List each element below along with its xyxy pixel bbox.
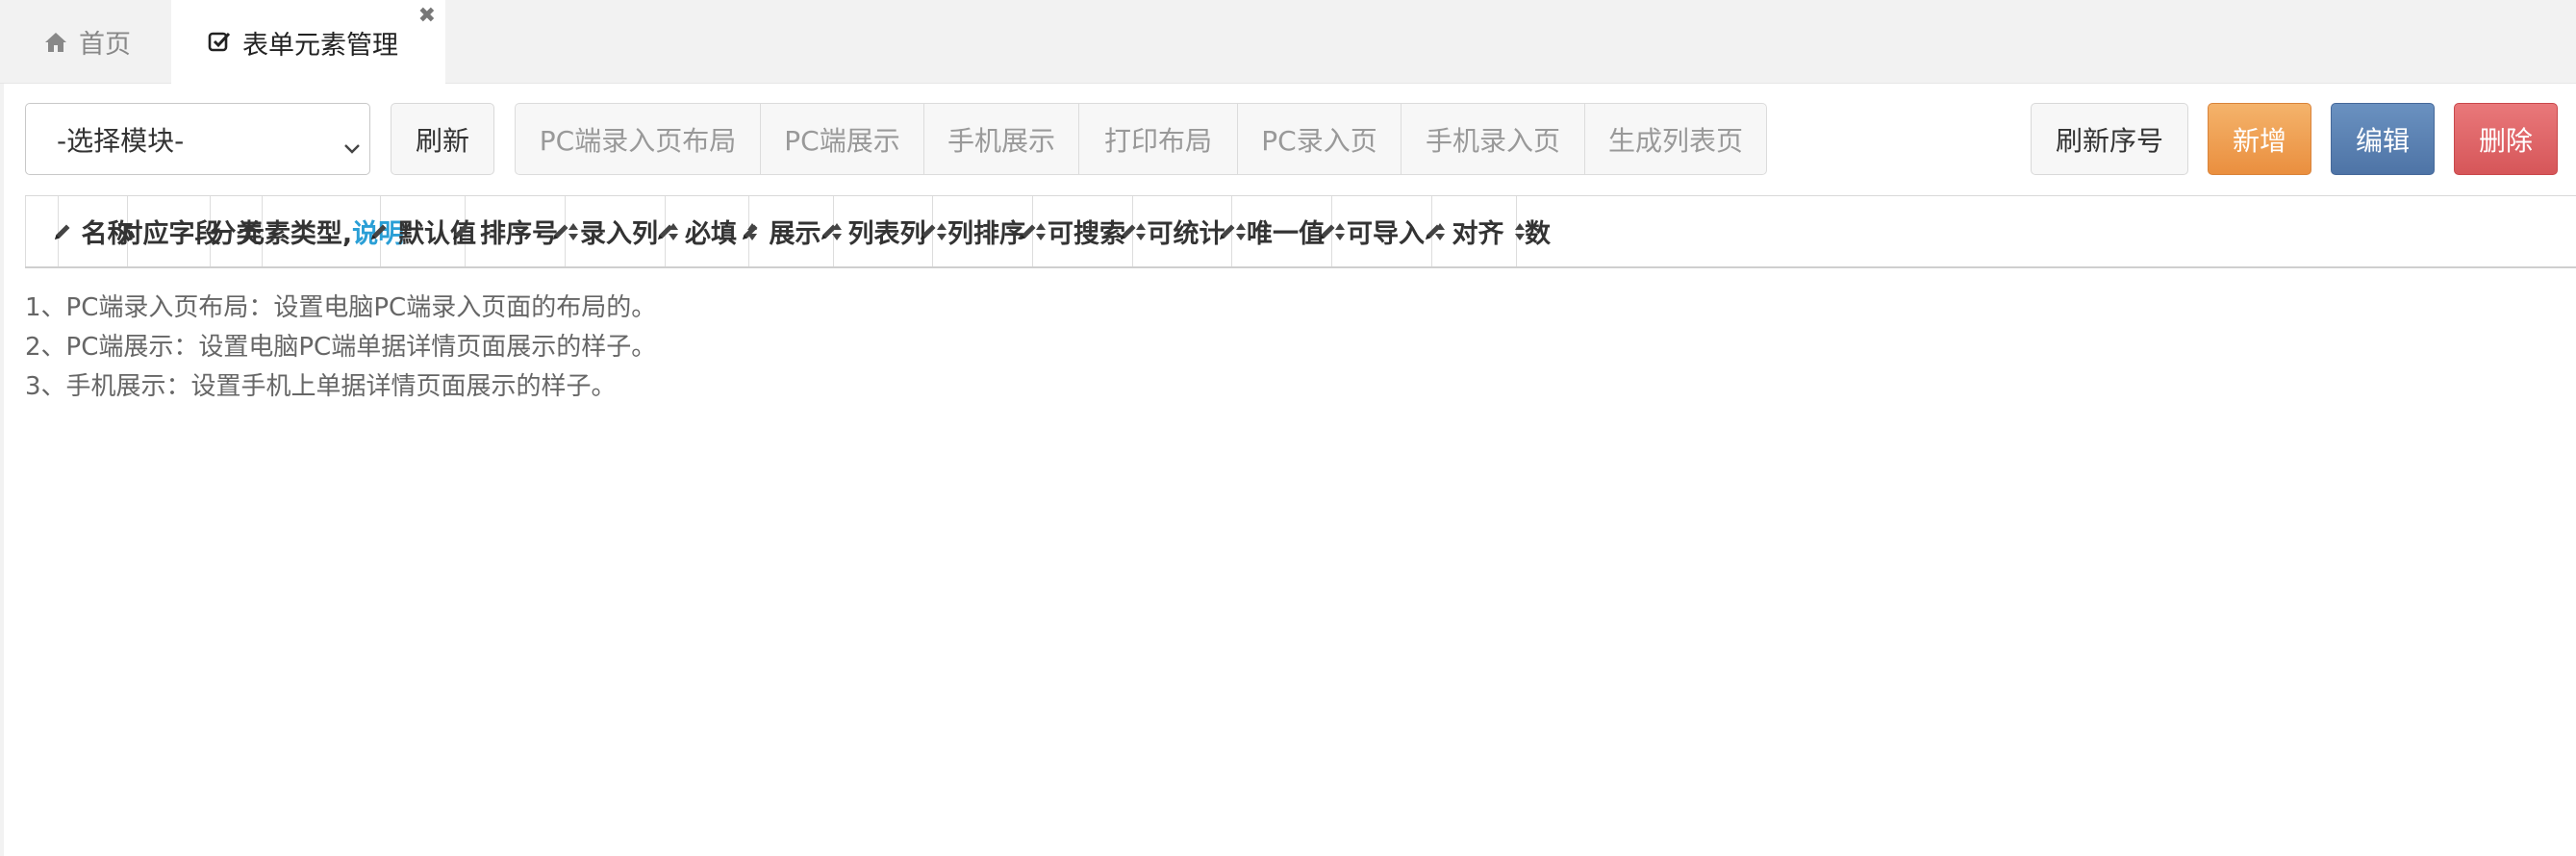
pencil-icon bbox=[53, 222, 72, 241]
column-header-label: 数 bbox=[1525, 219, 1551, 249]
note-line: 2、PC端展示：设置电脑PC端单据详情页面展示的样子。 bbox=[25, 333, 657, 362]
pencil-icon bbox=[369, 222, 389, 241]
column-header-label: 必填 bbox=[685, 219, 737, 249]
column-header-label: 录入列 bbox=[580, 219, 658, 249]
pencil-icon bbox=[1019, 222, 1038, 241]
generate-list-page-button[interactable]: 生成列表页 bbox=[1585, 104, 1766, 174]
pc-entry-page-button[interactable]: PC录入页 bbox=[1238, 104, 1402, 174]
mobile-display-button[interactable]: 手机展示 bbox=[924, 104, 1079, 174]
column-header-label: 排序号 bbox=[480, 219, 558, 249]
tab-home-label: 首页 bbox=[79, 30, 131, 60]
close-icon[interactable]: ✖ bbox=[418, 6, 436, 27]
pencil-icon bbox=[1218, 222, 1237, 241]
add-button[interactable]: 新增 bbox=[2208, 103, 2311, 175]
column-header-label: 可统计 bbox=[1147, 219, 1225, 249]
tab-form-element-manage[interactable]: 表单元素管理 ✖ bbox=[171, 0, 445, 85]
pencil-icon bbox=[1424, 222, 1443, 241]
note-line: 1、PC端录入页布局：设置电脑PC端录入页面的布局的。 bbox=[25, 293, 657, 322]
pencil-icon bbox=[656, 222, 675, 241]
column-header[interactable]: 录入列 bbox=[553, 196, 678, 266]
table-header: 名称对应字段分类元素类型,说明默认值排序号录入列必填展示列表列列排序可搜索可统计… bbox=[25, 195, 2576, 268]
tab-active-label: 表单元素管理 bbox=[242, 30, 398, 61]
layout-button-group: PC端录入页布局 PC端展示 手机展示 打印布局 PC录入页 手机录入页 生成列… bbox=[515, 103, 1767, 175]
column-header-label: 可导入 bbox=[1347, 219, 1425, 249]
module-select[interactable]: -选择模块- bbox=[25, 103, 370, 175]
tab-strip: 首页 表单元素管理 ✖ bbox=[0, 0, 2576, 85]
column-header-label: 元素类型, bbox=[238, 219, 353, 249]
checkbox-icon bbox=[208, 31, 231, 54]
refresh-button[interactable]: 刷新 bbox=[391, 103, 494, 175]
edit-button[interactable]: 编辑 bbox=[2331, 103, 2435, 175]
column-header-label: 列排序 bbox=[947, 219, 1025, 249]
print-layout-button[interactable]: 打印布局 bbox=[1079, 104, 1238, 174]
pencil-icon bbox=[451, 222, 470, 241]
column-header-label: 展示 bbox=[769, 219, 821, 249]
pc-display-button[interactable]: PC端展示 bbox=[761, 104, 924, 174]
column-header-label: 对应字段 bbox=[116, 219, 221, 249]
pencil-icon bbox=[1318, 222, 1337, 241]
pc-entry-layout-button[interactable]: PC端录入页布局 bbox=[516, 104, 761, 174]
pencil-icon bbox=[551, 222, 570, 241]
column-header: 数 bbox=[1517, 196, 1575, 266]
pencil-icon bbox=[1119, 222, 1138, 241]
column-header[interactable]: 可导入 bbox=[1320, 196, 1445, 266]
note-line: 3、手机展示：设置手机上单据详情页面展示的样子。 bbox=[25, 372, 617, 401]
column-header[interactable]: 对齐 bbox=[1425, 196, 1525, 266]
delete-button[interactable]: 删除 bbox=[2454, 103, 2558, 175]
chevron-down-icon bbox=[342, 131, 362, 163]
column-header-label: 列表列 bbox=[847, 219, 926, 249]
left-edge bbox=[0, 84, 4, 856]
home-icon bbox=[44, 32, 67, 53]
help-notes: 1、PC端录入页布局：设置电脑PC端录入页面的布局的。 2、PC端展示：设置电脑… bbox=[25, 289, 656, 407]
pencil-icon bbox=[820, 222, 839, 241]
column-header[interactable]: 必填 bbox=[658, 196, 757, 266]
mobile-entry-page-button[interactable]: 手机录入页 bbox=[1402, 104, 1585, 174]
refresh-seq-button[interactable]: 刷新序号 bbox=[2031, 103, 2188, 175]
column-header: 对应字段 bbox=[117, 196, 221, 266]
pencil-icon bbox=[741, 222, 760, 241]
module-select-value: -选择模块- bbox=[57, 124, 185, 157]
column-header-label: 唯一值 bbox=[1247, 219, 1325, 249]
column-header-label: 可搜索 bbox=[1048, 219, 1125, 249]
column-header-label: 对齐 bbox=[1452, 219, 1504, 249]
column-header: 元素类型,说明 bbox=[239, 196, 404, 266]
tab-home[interactable]: 首页 bbox=[4, 0, 171, 84]
pencil-icon bbox=[919, 222, 938, 241]
